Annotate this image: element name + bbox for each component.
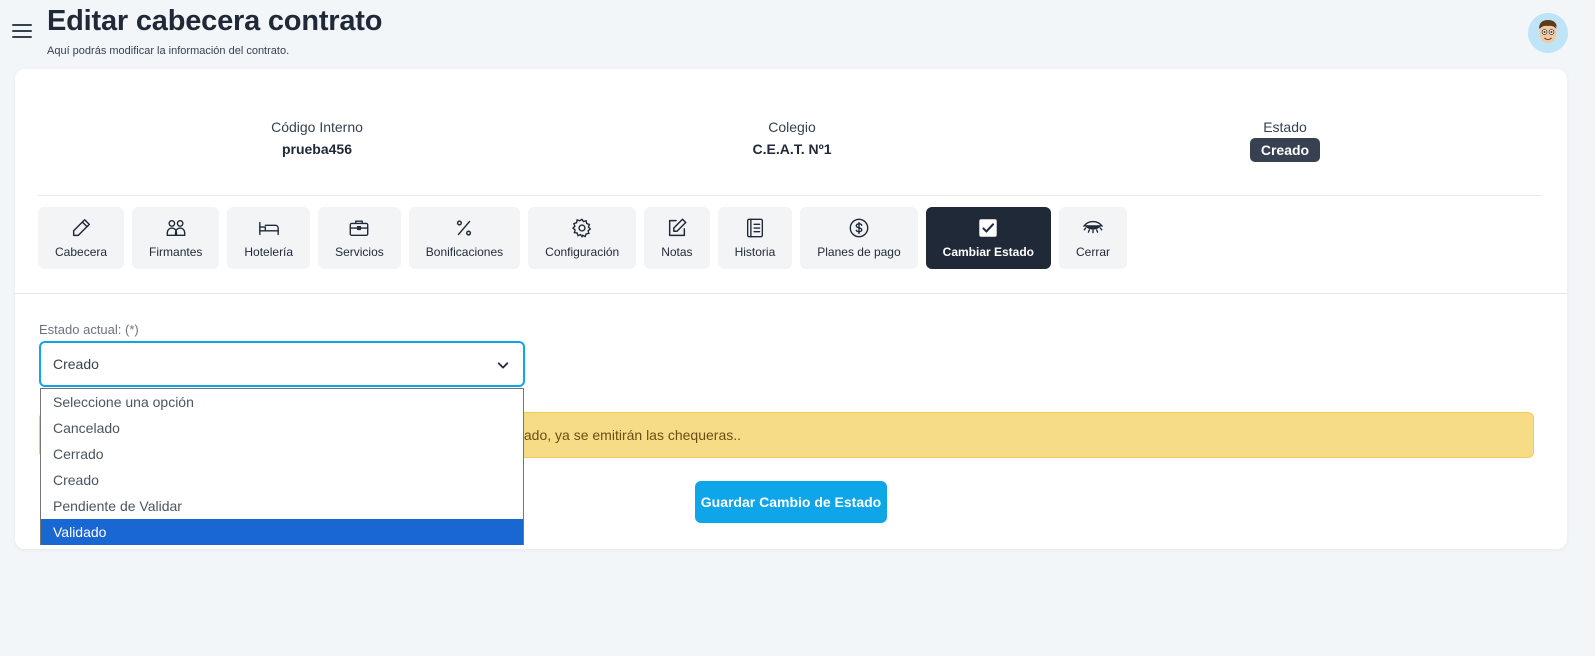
tab-label: Servicios (335, 245, 384, 259)
tab-cerrar[interactable]: Cerrar (1059, 207, 1128, 269)
gear-icon (572, 218, 592, 239)
tab-planes-de-pago[interactable]: Planes de pago (800, 207, 918, 269)
pencil-icon (72, 219, 90, 237)
tab-label: Historia (734, 245, 776, 259)
save-status-button[interactable]: Guardar Cambio de Estado (695, 481, 887, 523)
estado-actual-label: Estado actual: (*) (39, 322, 139, 337)
tab-label: Configuración (545, 245, 620, 259)
tab-label: Planes de pago (817, 245, 901, 259)
tab-label: Cabecera (55, 245, 108, 259)
hamburger-menu-icon[interactable] (12, 24, 32, 40)
tab-hoteleria[interactable]: Hotelería (227, 207, 311, 269)
codigo-interno-label: Código Interno (271, 119, 363, 135)
users-icon (166, 219, 186, 237)
select-value: Creado (53, 356, 99, 372)
dropdown-option[interactable]: Cancelado (41, 415, 523, 441)
estado-label: Estado (1263, 119, 1307, 135)
dropdown-option[interactable]: Pendiente de Validar (41, 493, 523, 519)
dropdown-option[interactable]: Cerrado (41, 441, 523, 467)
page-title: Editar cabecera contrato (47, 5, 383, 37)
bed-icon (258, 221, 279, 236)
divider (15, 293, 1567, 294)
tab-cambiar-estado[interactable]: Cambiar Estado (925, 207, 1052, 269)
tab-historia[interactable]: Historia (717, 207, 793, 269)
page-subtitle: Aquí podrás modificar la información del… (47, 45, 290, 57)
colegio-value: C.E.A.T. Nº1 (752, 141, 832, 157)
codigo-interno-value: prueba456 (281, 141, 353, 157)
dollar-circle-icon (849, 218, 869, 238)
tab-label: Hotelería (244, 245, 294, 259)
tab-cabecera[interactable]: Cabecera (38, 207, 125, 269)
dropdown-option[interactable]: Creado (41, 467, 523, 493)
tab-label: Firmantes (149, 245, 203, 259)
tab-bar: Cabecera Firmantes Hotelería Servicios B… (38, 207, 1128, 269)
tab-bonificaciones[interactable]: Bonificaciones (408, 207, 521, 269)
tab-label: Bonificaciones (425, 245, 504, 259)
tab-label: Cambiar Estado (942, 245, 1035, 259)
user-avatar[interactable] (1528, 13, 1568, 53)
top-bar: Editar cabecera contrato Aquí podrás mod… (0, 0, 1595, 62)
colegio-block: Colegio C.E.A.T. Nº1 (642, 119, 942, 157)
tab-firmantes[interactable]: Firmantes (132, 207, 220, 269)
estado-dropdown-list: Seleccione una opción Cancelado Cerrado … (40, 388, 524, 545)
check-square-icon (979, 219, 998, 237)
estado-actual-select[interactable]: Creado (39, 341, 525, 387)
contract-info: Código Interno prueba456 Colegio C.E.A.T… (38, 119, 1542, 179)
percent-icon (457, 220, 472, 236)
colegio-label: Colegio (768, 119, 816, 135)
tab-configuracion[interactable]: Configuración (528, 207, 637, 269)
dropdown-option[interactable]: Seleccione una opción (41, 389, 523, 415)
alert-text: idado, ya se emitirán las chequeras.. (513, 427, 742, 443)
divider (38, 195, 1542, 196)
dropdown-option-highlighted[interactable]: Validado (41, 519, 523, 545)
chevron-down-icon (497, 362, 509, 369)
tab-notas[interactable]: Notas (644, 207, 710, 269)
eye-closed-icon (1083, 220, 1103, 234)
codigo-interno-block: Código Interno prueba456 (167, 119, 467, 157)
tab-servicios[interactable]: Servicios (318, 207, 401, 269)
briefcase-icon (350, 220, 369, 237)
avatar-face-icon (1528, 13, 1568, 53)
tab-label: Cerrar (1076, 245, 1111, 259)
journal-icon (746, 218, 763, 238)
edit-note-icon (668, 218, 687, 237)
status-badge: Creado (1249, 138, 1321, 162)
tab-label: Notas (661, 245, 693, 259)
estado-block: Estado Creado (1135, 119, 1435, 162)
